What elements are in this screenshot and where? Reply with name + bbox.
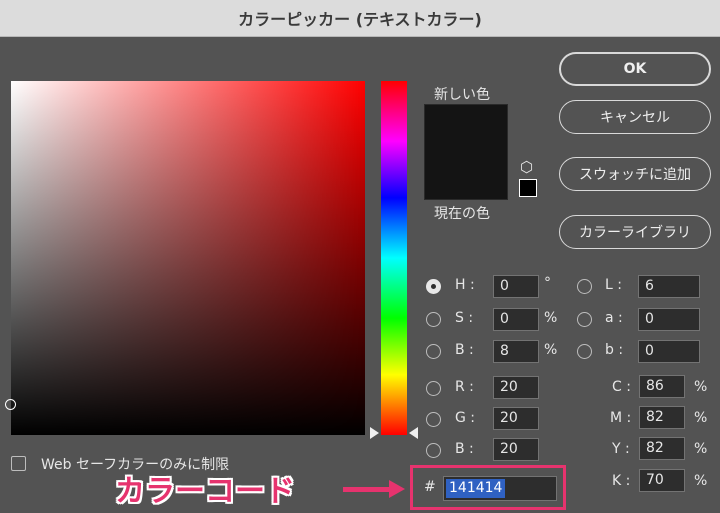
color-field-marker[interactable] xyxy=(5,399,16,410)
m-input[interactable]: 82 xyxy=(639,406,685,429)
color-swatch-preview xyxy=(424,104,508,200)
hex-input[interactable]: 141414 xyxy=(443,476,557,501)
s-unit: % xyxy=(544,310,558,326)
k-input[interactable]: 70 xyxy=(639,469,685,492)
radio-s[interactable] xyxy=(426,312,441,327)
hex-prefix: # xyxy=(424,479,436,495)
hue-slider-handle-right[interactable] xyxy=(409,427,418,439)
y-input[interactable]: 82 xyxy=(639,437,685,460)
b-unit: % xyxy=(544,342,558,358)
rgb-b-input[interactable]: 20 xyxy=(493,438,539,461)
color-field[interactable] xyxy=(5,81,365,435)
m-label: M : xyxy=(610,410,632,426)
ok-button[interactable]: OK xyxy=(559,52,711,86)
b-input[interactable]: 8 xyxy=(493,340,539,363)
g-input[interactable]: 20 xyxy=(493,407,539,430)
r-label: R : xyxy=(455,379,474,395)
hex-value[interactable]: 141414 xyxy=(446,479,506,498)
h-unit: ° xyxy=(544,275,551,291)
cancel-button[interactable]: キャンセル xyxy=(559,100,711,134)
c-input[interactable]: 86 xyxy=(639,375,685,398)
title-bar: カラーピッカー (テキストカラー) xyxy=(0,0,720,37)
a-input[interactable]: 0 xyxy=(638,308,700,331)
c-label: C : xyxy=(612,379,631,395)
h-input[interactable]: 0 xyxy=(493,275,539,298)
lab-b-input[interactable]: 0 xyxy=(638,340,700,363)
radio-b[interactable] xyxy=(426,344,441,359)
b-label: B : xyxy=(455,342,474,358)
s-label: S : xyxy=(455,310,474,326)
radio-rgb-b[interactable] xyxy=(426,443,441,458)
new-color-label: 新しい色 xyxy=(434,87,490,103)
annotation-color-code: カラーコード xyxy=(115,474,295,509)
add-to-swatches-button[interactable]: スウォッチに追加 xyxy=(559,157,711,191)
hue-slider-handle-left[interactable] xyxy=(370,427,379,439)
radio-h[interactable] xyxy=(426,279,441,294)
l-label: L : xyxy=(605,277,622,293)
arrow-right-icon xyxy=(389,480,405,498)
window-title: カラーピッカー (テキストカラー) xyxy=(238,10,482,29)
hue-slider[interactable] xyxy=(381,81,407,435)
y-label: Y : xyxy=(612,441,630,457)
rgb-b-label: B : xyxy=(455,441,474,457)
annotation-arrow-line xyxy=(343,487,391,492)
r-input[interactable]: 20 xyxy=(493,376,539,399)
lab-b-label: b : xyxy=(605,342,624,358)
current-color-label: 現在の色 xyxy=(434,206,490,222)
radio-g[interactable] xyxy=(426,412,441,427)
radio-r[interactable] xyxy=(426,381,441,396)
g-label: G : xyxy=(455,410,476,426)
color-libraries-button[interactable]: カラーライブラリ xyxy=(559,215,711,249)
k-label: K : xyxy=(612,473,631,489)
radio-l[interactable] xyxy=(577,279,592,294)
out-of-gamut-swatch[interactable] xyxy=(519,179,537,197)
h-label: H : xyxy=(455,277,475,293)
cube-icon[interactable]: ⬡ xyxy=(520,158,533,176)
s-input[interactable]: 0 xyxy=(493,308,539,331)
radio-lab-b[interactable] xyxy=(577,344,592,359)
a-label: a : xyxy=(605,310,623,326)
web-safe-checkbox[interactable] xyxy=(11,456,26,471)
radio-a[interactable] xyxy=(577,312,592,327)
k-unit: % xyxy=(694,473,708,489)
l-input[interactable]: 6 xyxy=(638,275,700,298)
m-unit: % xyxy=(694,410,708,426)
c-unit: % xyxy=(694,379,708,395)
y-unit: % xyxy=(694,441,708,457)
